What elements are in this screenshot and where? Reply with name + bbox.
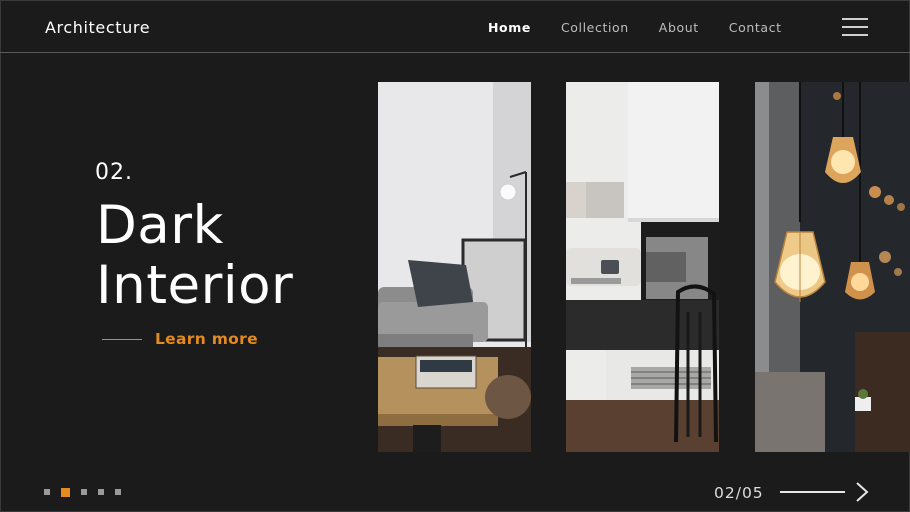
gallery-image-living-room[interactable] — [378, 82, 531, 452]
pendant-lamps-photo — [755, 82, 910, 452]
fireplace-photo — [566, 82, 719, 452]
learn-more-line — [102, 338, 142, 340]
gallery-image-fireplace[interactable] — [566, 82, 719, 452]
slide-number: 02. — [95, 160, 133, 185]
learn-more-link[interactable]: Learn more — [102, 330, 258, 348]
pagination-dot-4[interactable] — [98, 489, 104, 495]
slider-pagination — [44, 487, 132, 497]
learn-more-label: Learn more — [155, 330, 258, 348]
menu-line — [842, 18, 868, 20]
pagination-dot-2-active[interactable] — [61, 487, 70, 497]
nav-home[interactable]: Home — [488, 20, 531, 35]
nav-about[interactable]: About — [659, 20, 699, 35]
hero-title: Dark Interior — [96, 196, 293, 316]
hero-title-line-2: Interior — [96, 255, 294, 316]
hamburger-menu-icon[interactable] — [842, 18, 868, 38]
nav-collection[interactable]: Collection — [561, 20, 629, 35]
main-nav: Home Collection About Contact — [488, 20, 812, 35]
menu-line — [842, 34, 868, 36]
site-header: Architecture Home Collection About Conta… — [0, 0, 910, 53]
pagination-dot-1[interactable] — [44, 489, 50, 495]
next-slide-button[interactable] — [780, 480, 872, 504]
pagination-dot-3[interactable] — [81, 489, 87, 495]
slide-counter: 02/05 — [714, 484, 764, 502]
next-arrow-line — [780, 491, 845, 493]
living-room-photo — [378, 82, 531, 452]
hero-title-line-1: Dark — [96, 195, 224, 256]
gallery-image-pendant-lamps[interactable] — [755, 82, 910, 452]
nav-contact[interactable]: Contact — [729, 20, 782, 35]
menu-line — [842, 26, 868, 28]
site-logo[interactable]: Architecture — [45, 18, 150, 37]
pagination-dot-5[interactable] — [115, 489, 121, 495]
chevron-right-icon — [856, 482, 869, 502]
